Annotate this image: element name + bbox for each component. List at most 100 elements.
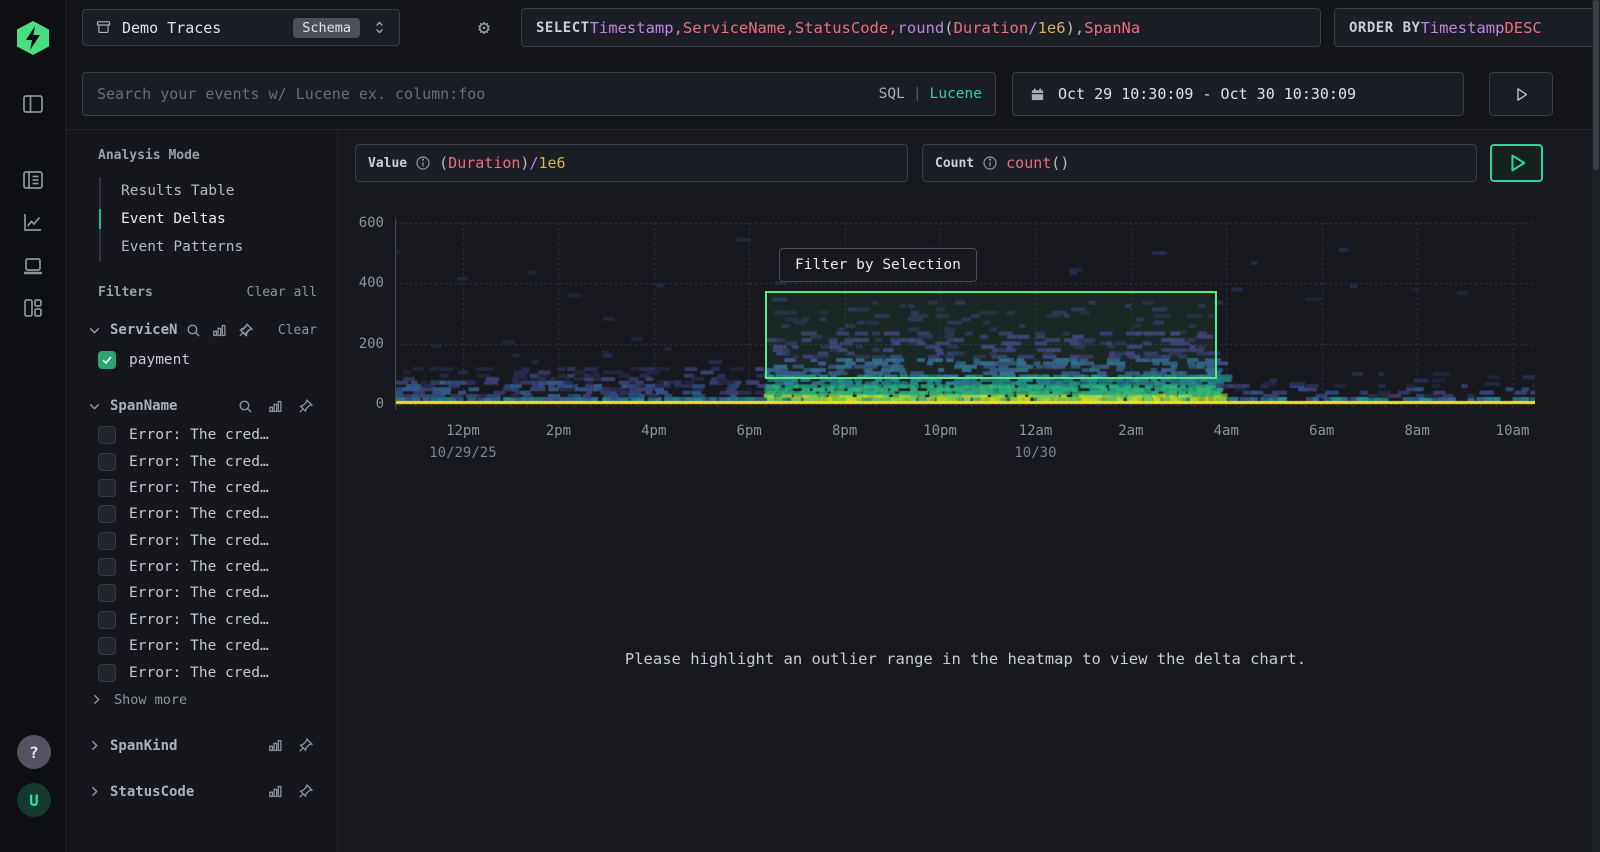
filters-title: Filters bbox=[98, 285, 153, 300]
x-tick-label: 10pm bbox=[923, 423, 957, 439]
heatmap-selection[interactable] bbox=[765, 291, 1217, 379]
x-tick-label: 6am bbox=[1309, 423, 1334, 439]
mode-item-results-table[interactable]: Results Table bbox=[101, 177, 317, 205]
app-logo-icon[interactable] bbox=[16, 20, 50, 56]
checkbox-unchecked[interactable] bbox=[98, 453, 116, 471]
scrollbar-thumb[interactable] bbox=[1593, 0, 1599, 170]
bar-chart-icon[interactable] bbox=[209, 320, 229, 340]
filter-value-label: Error: The cred… bbox=[129, 559, 269, 575]
filter-value-row[interactable]: Error: The cred… bbox=[98, 448, 317, 474]
filter-group-name[interactable]: SpanKind bbox=[110, 738, 177, 754]
gear-icon[interactable]: ⚙ bbox=[470, 13, 498, 41]
filter-value-row[interactable]: Error: The cred… bbox=[98, 554, 317, 580]
chevron-right-icon[interactable] bbox=[84, 736, 104, 756]
checkbox-unchecked[interactable] bbox=[98, 664, 116, 682]
chevron-down-icon[interactable] bbox=[84, 396, 104, 416]
sql-token: Duration bbox=[448, 154, 520, 172]
filter-value-row-payment[interactable]: payment bbox=[98, 346, 317, 374]
run-chart-button[interactable] bbox=[1490, 144, 1543, 182]
delta-chart-empty-message: Please highlight an outlier range in the… bbox=[338, 650, 1593, 668]
search-logs-icon[interactable] bbox=[21, 168, 45, 192]
user-avatar[interactable]: U bbox=[17, 783, 51, 817]
checkbox-unchecked[interactable] bbox=[98, 479, 116, 497]
lang-sql-option[interactable]: SQL bbox=[879, 86, 905, 102]
checkbox-unchecked[interactable] bbox=[98, 584, 116, 602]
x-tick-label: 2am bbox=[1118, 423, 1143, 439]
source-select[interactable]: Demo Traces Schema bbox=[82, 9, 400, 46]
info-icon bbox=[982, 155, 998, 171]
filter-group-header: SpanName bbox=[84, 396, 317, 416]
filter-value-label: Error: The cred… bbox=[129, 665, 269, 681]
checkbox-unchecked[interactable] bbox=[98, 611, 116, 629]
filter-value-row[interactable]: Error: The cred… bbox=[98, 607, 317, 633]
filter-value-row[interactable]: Error: The cred… bbox=[98, 528, 317, 554]
x-tick-label: 12am bbox=[1019, 423, 1053, 439]
sidebar-toggle-icon[interactable] bbox=[21, 92, 45, 116]
page-scrollbar[interactable] bbox=[1592, 0, 1600, 852]
bar-chart-icon[interactable] bbox=[265, 782, 285, 802]
date-range-value: Oct 29 10:30:09 - Oct 30 10:30:09 bbox=[1058, 85, 1356, 103]
sql-orderby-editor[interactable]: ORDER BY Timestamp DESC bbox=[1334, 8, 1600, 47]
run-query-button[interactable] bbox=[1489, 72, 1553, 116]
x-tick-label: 10am bbox=[1496, 423, 1530, 439]
pin-icon[interactable] bbox=[295, 782, 315, 802]
checkbox-unchecked[interactable] bbox=[98, 505, 116, 523]
search-icon[interactable] bbox=[235, 396, 255, 416]
checkbox-unchecked[interactable] bbox=[98, 426, 116, 444]
chart-explorer-icon[interactable] bbox=[21, 210, 45, 234]
chevron-down-icon[interactable] bbox=[84, 320, 104, 340]
value-expression-input[interactable]: Value (Duration)/1e6 bbox=[355, 144, 908, 182]
count-expression-input[interactable]: Count count() bbox=[922, 144, 1477, 182]
sessions-icon[interactable] bbox=[21, 254, 45, 278]
sql-token: ORDER BY bbox=[1349, 20, 1420, 36]
pin-icon[interactable] bbox=[295, 736, 315, 756]
bar-chart-icon[interactable] bbox=[265, 736, 285, 756]
filter-value-row[interactable]: Error: The cred… bbox=[98, 501, 317, 527]
filter-value-row[interactable]: Error: The cred… bbox=[98, 580, 317, 606]
filter-value-label: Error: The cred… bbox=[129, 612, 269, 628]
filter-value-label: Error: The cred… bbox=[129, 506, 269, 522]
filter-group-name[interactable]: SpanName bbox=[110, 398, 177, 414]
show-more-button[interactable]: Show more bbox=[86, 690, 317, 710]
checkbox-unchecked[interactable] bbox=[98, 532, 116, 550]
value-expression: (Duration)/1e6 bbox=[439, 154, 565, 172]
chevron-right-icon[interactable] bbox=[84, 782, 104, 802]
filter-value-label: Error: The cred… bbox=[129, 585, 269, 601]
pin-icon[interactable] bbox=[295, 396, 315, 416]
sql-token: StatusCode, bbox=[795, 19, 898, 37]
help-button[interactable]: ? bbox=[17, 735, 51, 769]
filter-group-statuscode: StatusCode bbox=[98, 782, 317, 802]
sql-token: ( bbox=[944, 19, 953, 37]
mode-item-event-patterns[interactable]: Event Patterns bbox=[101, 233, 317, 261]
filter-group-header: SpanKind bbox=[84, 736, 317, 756]
checkbox-unchecked[interactable] bbox=[98, 558, 116, 576]
date-range-picker[interactable]: Oct 29 10:30:09 - Oct 30 10:30:09 bbox=[1012, 72, 1464, 116]
pin-icon[interactable] bbox=[235, 320, 255, 340]
filter-value-row[interactable]: Error: The cred… bbox=[98, 475, 317, 501]
sql-token: DESC bbox=[1504, 19, 1541, 37]
bar-chart-icon[interactable] bbox=[265, 396, 285, 416]
lang-lucene-option[interactable]: Lucene bbox=[930, 86, 982, 102]
x-tick-label: 2pm bbox=[546, 423, 571, 439]
clear-all-button[interactable]: Clear all bbox=[247, 285, 317, 300]
filter-value-row[interactable]: Error: The cred… bbox=[98, 422, 317, 448]
dashboards-icon[interactable] bbox=[21, 296, 45, 320]
x-tick-label: 4am bbox=[1214, 423, 1239, 439]
filter-value-row[interactable]: Error: The cred… bbox=[98, 659, 317, 685]
filter-clear-button[interactable]: Clear bbox=[278, 323, 317, 338]
sql-select-editor[interactable]: SELECT Timestamp, ServiceName, StatusCod… bbox=[521, 8, 1321, 47]
filter-group-name[interactable]: StatusCode bbox=[110, 784, 194, 800]
filter-group-name[interactable]: ServiceN bbox=[110, 322, 177, 338]
filter-value-row[interactable]: Error: The cred… bbox=[98, 633, 317, 659]
filter-by-selection-button[interactable]: Filter by Selection bbox=[779, 248, 977, 282]
checkbox-unchecked[interactable] bbox=[98, 637, 116, 655]
top-bar: Demo Traces Schema ⚙ SELECT Timestamp, S… bbox=[66, 0, 1593, 130]
search-input[interactable] bbox=[82, 72, 996, 116]
y-tick-label: 400 bbox=[346, 275, 384, 291]
checkbox-checked-icon[interactable] bbox=[98, 351, 116, 369]
search-icon[interactable] bbox=[183, 320, 203, 340]
sql-token: / bbox=[1028, 19, 1037, 37]
filter-group-spankind: SpanKind bbox=[98, 736, 317, 756]
query-language-toggle: SQL | Lucene bbox=[879, 72, 982, 116]
mode-item-event-deltas[interactable]: Event Deltas bbox=[101, 205, 317, 233]
